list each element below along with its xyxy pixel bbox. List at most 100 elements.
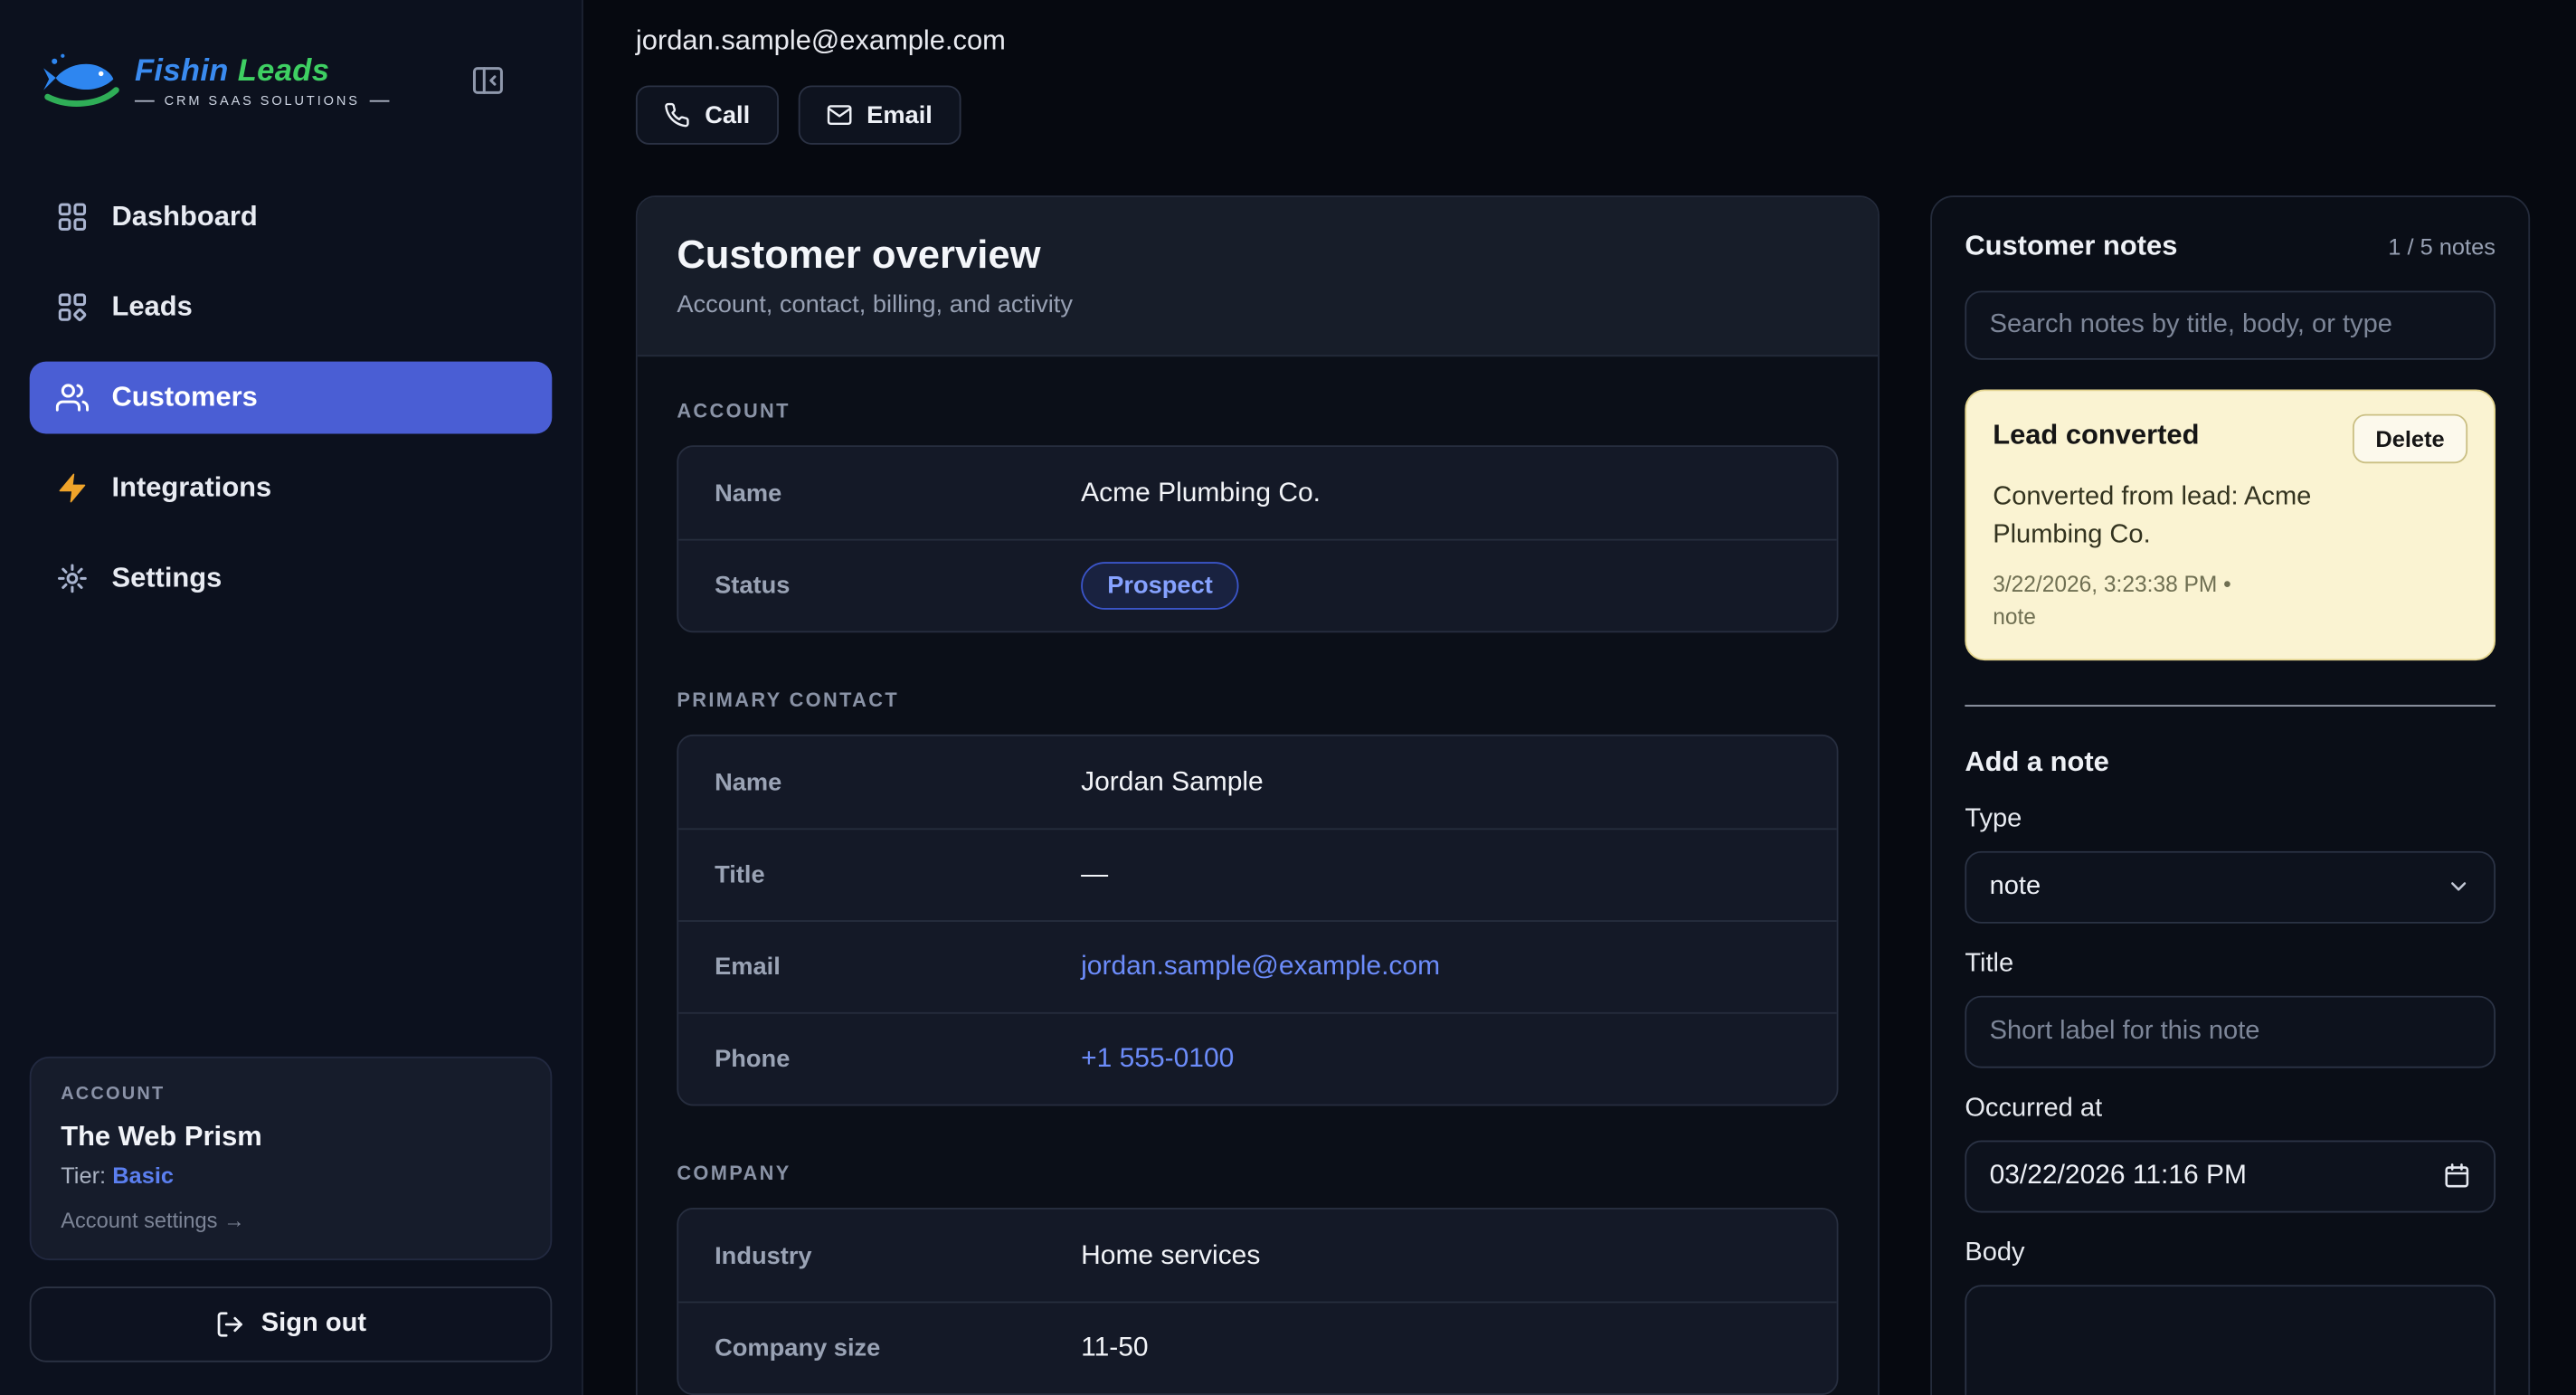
section-heading: COMPANY (677, 1162, 1838, 1184)
account-card-heading: ACCOUNT (61, 1085, 521, 1105)
sidebar-item-settings[interactable]: Settings (30, 542, 553, 614)
call-button[interactable]: Call (636, 85, 778, 144)
note-type-tag: note (1993, 602, 2467, 634)
account-settings-link[interactable]: Account settings → (61, 1208, 521, 1232)
app-viewport: Fishin Leads CRM Saas Solutions (0, 0, 2576, 1395)
row-label: Name (678, 768, 1081, 796)
add-note-heading: Add a note (1965, 745, 2496, 778)
section-company: COMPANY Industry Home services Company s… (677, 1162, 1838, 1395)
zap-icon (56, 471, 89, 504)
crm-app: Fishin Leads CRM Saas Solutions (0, 0, 2576, 1395)
logo-row: Fishin Leads CRM Saas Solutions (40, 49, 543, 111)
note-meta: 3/22/2026, 3:23:38 PM • note (1993, 569, 2467, 633)
table-row: Phone +1 555-0100 (678, 1012, 1837, 1105)
main-area: jordan.sample@example.com Call Email (583, 0, 2576, 1395)
chevron-down-icon (2447, 874, 2471, 898)
brand-tagline: CRM Saas Solutions (135, 93, 390, 108)
account-tier: Tier: Basic (61, 1162, 521, 1188)
sign-out-label: Sign out (261, 1310, 366, 1340)
row-value: Home services (1081, 1239, 1290, 1271)
sidebar: Fishin Leads CRM Saas Solutions (0, 0, 583, 1395)
section-primary-contact: PRIMARY CONTACT Name Jordan Sample Title… (677, 688, 1838, 1106)
note-title: Lead converted (1993, 414, 2199, 452)
email-button[interactable]: Email (798, 85, 961, 144)
content-area: Customer overview Account, contact, bill… (583, 195, 2576, 1395)
users-icon (56, 381, 89, 413)
contact-email-link[interactable]: jordan.sample@example.com (1081, 952, 1470, 983)
table-row: Title — (678, 828, 1837, 920)
row-label: Email (678, 953, 1081, 981)
page-title: Customer overview (677, 233, 1838, 280)
occurred-at-label: Occurred at (1965, 1094, 2496, 1124)
tier-label: Tier: (61, 1162, 106, 1188)
fish-logo-icon (40, 49, 122, 111)
sidebar-item-label: Customers (112, 381, 258, 413)
table-row: Name Acme Plumbing Co. (678, 447, 1837, 539)
customer-notes-panel: Customer notes 1 / 5 notes Lead converte… (1930, 195, 2530, 1395)
brand-name: Fishin Leads (135, 53, 390, 90)
contact-phone-link[interactable]: +1 555-0100 (1081, 1043, 1264, 1075)
sidebar-bottom: ACCOUNT The Web Prism Tier: Basic Accoun… (30, 1057, 553, 1362)
note-delete-button[interactable]: Delete (2353, 414, 2467, 463)
row-value: Prospect (1081, 562, 1268, 610)
note-body-textarea[interactable] (1965, 1284, 2496, 1395)
sidebar-item-integrations[interactable]: Integrations (30, 451, 553, 524)
sidebar-item-label: Leads (112, 290, 193, 323)
note-type-selected-value: note (1990, 872, 2447, 902)
body-field-label: Body (1965, 1238, 2496, 1268)
occurred-at-value: 03/22/2026 11:16 PM (1990, 1160, 2443, 1191)
panel-collapse-icon (469, 62, 506, 99)
occurred-at-datetime-input[interactable]: 03/22/2026 11:16 PM (1965, 1140, 2496, 1212)
note-timestamp: 3/22/2026, 3:23:38 PM (1993, 573, 2217, 597)
table-row: Company size 11-50 (678, 1302, 1837, 1394)
row-label: Name (678, 479, 1081, 507)
row-label: Status (678, 572, 1081, 600)
account-name: The Web Prism (61, 1121, 521, 1153)
calendar-icon (2443, 1162, 2471, 1190)
phone-icon (664, 102, 690, 128)
table-row: Industry Home services (678, 1210, 1837, 1302)
notes-search-input[interactable] (1965, 290, 2496, 359)
notes-title: Customer notes (1965, 230, 2177, 262)
overview-body: ACCOUNT Name Acme Plumbing Co. Status Pr… (638, 356, 1878, 1395)
action-row: Call Email (636, 85, 2524, 144)
detail-table: Name Jordan Sample Title — Email jordan.… (677, 735, 1838, 1106)
sign-out-button[interactable]: Sign out (30, 1286, 553, 1362)
call-button-label: Call (705, 101, 750, 129)
sidebar-item-customers[interactable]: Customers (30, 362, 553, 434)
tier-value: Basic (112, 1162, 174, 1188)
row-value: Acme Plumbing Co. (1081, 478, 1350, 509)
row-value: Jordan Sample (1081, 766, 1293, 798)
sidebar-item-leads[interactable]: Leads (30, 271, 553, 344)
table-row: Status Prospect (678, 539, 1837, 631)
section-heading: ACCOUNT (677, 399, 1838, 422)
note-meta-separator: • (2223, 573, 2231, 597)
row-value: — (1081, 859, 1138, 891)
logout-icon (215, 1310, 245, 1340)
sidebar-item-dashboard[interactable]: Dashboard (30, 181, 553, 253)
brand-text: Fishin Leads CRM Saas Solutions (135, 53, 390, 108)
note-card: Lead converted Delete Converted from lea… (1965, 389, 2496, 660)
note-body-text: Converted from lead: Acme Plumbing Co. (1993, 479, 2387, 555)
detail-table: Name Acme Plumbing Co. Status Prospect (677, 445, 1838, 632)
note-title-input[interactable] (1965, 995, 2496, 1068)
row-label: Phone (678, 1045, 1081, 1073)
main-header: jordan.sample@example.com Call Email (583, 0, 2576, 195)
brand-name-primary: Fishin (135, 53, 229, 88)
page-subtitle: Account, contact, billing, and activity (677, 290, 1838, 318)
table-row: Name Jordan Sample (678, 736, 1837, 829)
customer-overview-card: Customer overview Account, contact, bill… (636, 195, 1880, 1395)
email-button-label: Email (867, 101, 933, 129)
status-badge: Prospect (1081, 562, 1239, 610)
row-label: Industry (678, 1241, 1081, 1269)
brand-logo: Fishin Leads CRM Saas Solutions (40, 49, 390, 111)
notes-header: Customer notes 1 / 5 notes (1965, 230, 2496, 262)
account-card: ACCOUNT The Web Prism Tier: Basic Accoun… (30, 1057, 553, 1260)
gear-icon (56, 562, 89, 594)
table-row: Email jordan.sample@example.com (678, 920, 1837, 1012)
sidebar-collapse-button[interactable] (469, 62, 506, 99)
row-label: Title (678, 861, 1081, 889)
row-value: 11-50 (1081, 1333, 1178, 1364)
title-field-label: Title (1965, 949, 2496, 979)
note-type-select[interactable]: note (1965, 850, 2496, 923)
